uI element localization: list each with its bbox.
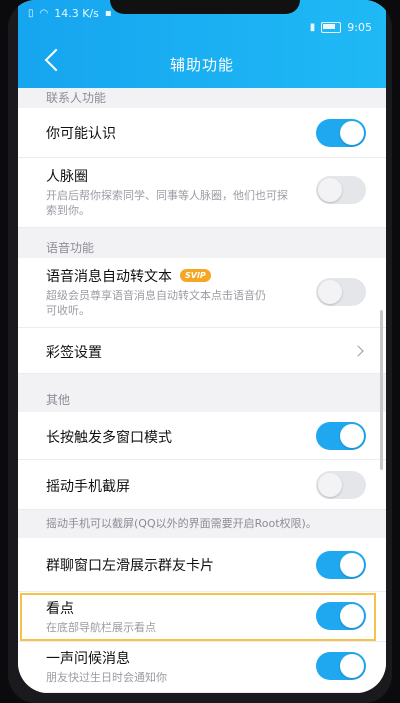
wifi-icon: ◠: [39, 8, 49, 19]
toggle-knob: [340, 121, 364, 145]
toggle-knob: [318, 178, 342, 202]
phone-frame: ▯ ◠ 14.3 K/s ▪ ▮ 9:05 辅助功能 联系人功能 你可能认识 人…: [8, 0, 392, 703]
row-may-know: 你可能认识: [18, 108, 386, 158]
voice-to-text-title: 语音消息自动转文本 SVIP: [46, 266, 211, 286]
scrollbar[interactable]: [380, 310, 383, 470]
network-label: 人脉圈: [46, 169, 88, 185]
page-title: 辅助功能: [169, 56, 234, 74]
notification-icon: ▪: [104, 8, 112, 19]
chevron-right-icon: [352, 345, 364, 357]
camera-notch: [110, 0, 300, 14]
battery-icon: [321, 22, 342, 33]
greeting-toggle[interactable]: [316, 652, 366, 680]
status-bar: ▯ ◠ 14.3 K/s ▪ ▮ 9:05: [18, 0, 386, 34]
toggle-knob: [340, 654, 364, 678]
long-press-toggle[interactable]: [316, 422, 366, 450]
network-desc: 开启后帮你探索同学、同事等人脉圈，他们也可探索到你。: [46, 189, 288, 217]
signal-icon: ▮: [309, 22, 316, 33]
toggle-knob: [340, 604, 364, 628]
row-kandian: 看点 在底部导航栏展示看点: [18, 592, 386, 642]
toggle-knob: [318, 473, 342, 497]
voice-to-text-desc: 超级会员尊享语音消息自动转文本点击语音仍可收听。: [46, 289, 266, 317]
row-long-press: 长按触发多窗口模式: [18, 412, 386, 460]
may-know-toggle[interactable]: [316, 119, 366, 147]
toggle-knob: [340, 424, 364, 448]
status-time: 9:05: [347, 21, 372, 34]
greeting-desc: 朋友快过生日时会通知你: [46, 671, 167, 684]
shake-note: 摇动手机可以截屏(QQ以外的界面需要开启Root权限)。: [18, 512, 386, 536]
row-group-card: 群聊窗口左滑展示群友卡片: [18, 538, 386, 592]
kandian-desc: 在底部导航栏展示看点: [46, 621, 156, 634]
svip-badge: SVIP: [180, 269, 211, 282]
toggle-knob: [340, 553, 364, 577]
shake-screenshot-toggle[interactable]: [316, 471, 366, 499]
voice-to-text-toggle[interactable]: [316, 278, 366, 306]
long-press-label: 长按触发多窗口模式: [46, 430, 172, 446]
network-toggle[interactable]: [316, 176, 366, 204]
row-voice-to-text: 语音消息自动转文本 SVIP 超级会员尊享语音消息自动转文本点击语音仍可收听。: [18, 258, 386, 328]
greeting-label: 一声问候消息: [46, 651, 130, 667]
section-voice: 语音功能: [46, 241, 95, 255]
sim-icon: ▯: [28, 8, 34, 19]
row-greeting: 一声问候消息 朋友快过生日时会通知你: [18, 642, 386, 693]
section-other: 其他: [46, 393, 71, 407]
group-card-toggle[interactable]: [316, 551, 366, 579]
section-contacts: 联系人功能: [46, 91, 107, 105]
header: ▯ ◠ 14.3 K/s ▪ ▮ 9:05 辅助功能: [18, 0, 386, 88]
status-right: ▮ 9:05: [310, 21, 372, 34]
row-color-sign[interactable]: 彩签设置: [18, 328, 386, 374]
kandian-toggle[interactable]: [316, 602, 366, 630]
kandian-label: 看点: [46, 601, 74, 617]
screen: ▯ ◠ 14.3 K/s ▪ ▮ 9:05 辅助功能 联系人功能 你可能认识 人…: [18, 0, 386, 693]
group-card-label: 群聊窗口左滑展示群友卡片: [46, 558, 214, 574]
status-left: ▯ ◠ 14.3 K/s ▪: [28, 7, 112, 20]
color-sign-label: 彩签设置: [46, 345, 102, 361]
network-speed: 14.3 K/s: [54, 7, 99, 20]
row-shake-screenshot: 摇动手机截屏: [18, 460, 386, 510]
nav-bar: 辅助功能: [18, 44, 386, 84]
voice-to-text-label: 语音消息自动转文本: [46, 269, 172, 285]
toggle-knob: [318, 280, 342, 304]
may-know-label: 你可能认识: [46, 126, 116, 142]
shake-screenshot-label: 摇动手机截屏: [46, 479, 130, 495]
row-network: 人脉圈 开启后帮你探索同学、同事等人脉圈，他们也可探索到你。: [18, 158, 386, 228]
